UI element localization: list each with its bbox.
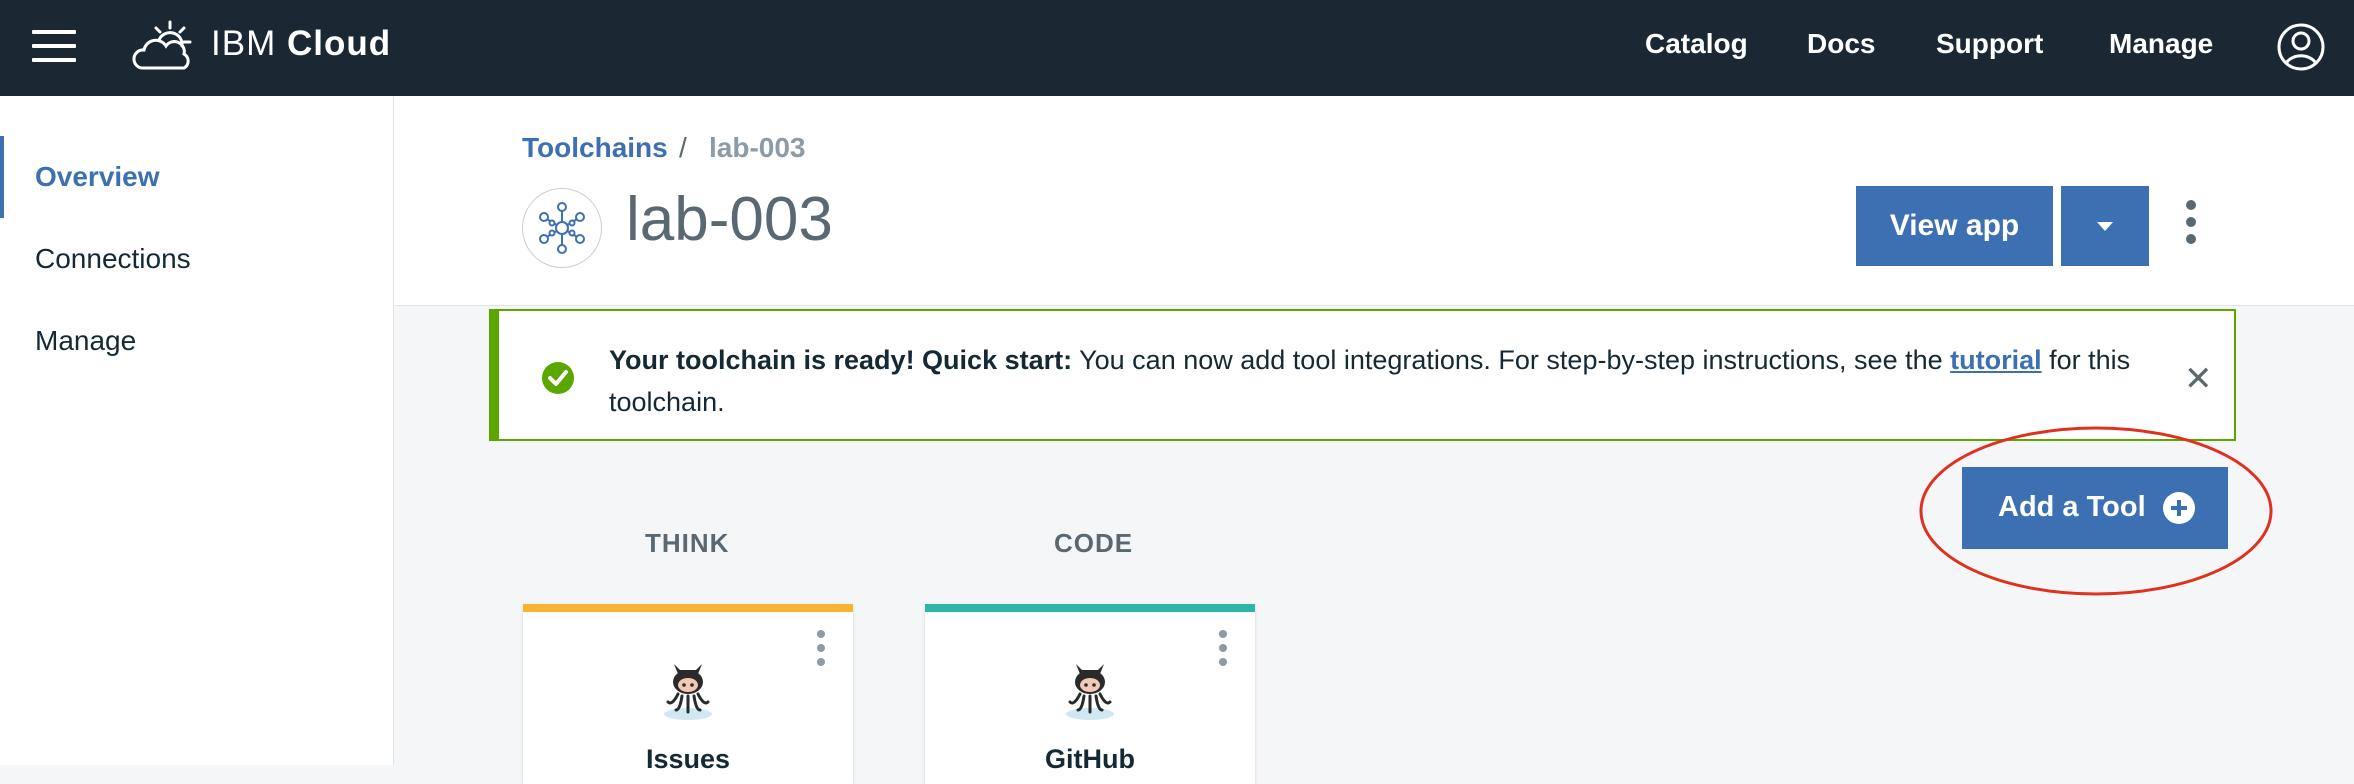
more-options-icon[interactable] [2186, 200, 2198, 251]
hamburger-menu-icon[interactable] [32, 30, 76, 66]
toolchain-header: Toolchains / lab-003 lab-003 View app [394, 96, 2354, 306]
tutorial-link[interactable]: tutorial [1950, 345, 2042, 375]
nav-manage[interactable]: Manage [2109, 28, 2213, 60]
phase-code-label: CODE [1054, 528, 1134, 558]
breadcrumb-separator: / [679, 132, 687, 163]
chevron-down-icon [2097, 222, 2113, 231]
tool-card-github[interactable]: GitHub [925, 604, 1255, 784]
top-navigation-bar: IBM Cloud Catalog Docs Support Manage [0, 0, 2354, 96]
notification-bold-text: Your toolchain is ready! Quick start: [609, 345, 1073, 375]
sidebar-item-manage[interactable]: Manage [35, 325, 136, 357]
ibm-cloud-logo-icon[interactable] [132, 20, 194, 72]
brand-name[interactable]: IBM Cloud [211, 24, 391, 64]
sidebar: Overview Connections Manage [0, 96, 394, 765]
success-notification: Your toolchain is ready! Quick start: Yo… [489, 309, 2236, 441]
brand-prefix: IBM [211, 24, 277, 63]
sidebar-item-connections[interactable]: Connections [35, 243, 191, 275]
nav-support[interactable]: Support [1936, 28, 2043, 60]
brand-product: Cloud [286, 24, 392, 63]
phase-think-label: THINK [645, 528, 730, 558]
phase-color-bar [523, 604, 853, 612]
nav-catalog[interactable]: Catalog [1645, 28, 1748, 60]
github-octocat-icon [1066, 664, 1114, 720]
tool-card-issues[interactable]: Issues [523, 604, 853, 784]
success-check-icon [542, 362, 574, 394]
card-more-options-icon[interactable] [1219, 630, 1231, 672]
view-app-dropdown-button[interactable] [2061, 186, 2149, 266]
page-title: lab-003 [626, 185, 833, 254]
breadcrumb-toolchains-link[interactable]: Toolchains [522, 132, 668, 164]
sidebar-item-overview[interactable]: Overview [35, 161, 160, 193]
notification-message: Your toolchain is ready! Quick start: Yo… [609, 339, 2169, 423]
card-more-options-icon[interactable] [817, 630, 829, 672]
view-app-button[interactable]: View app [1856, 186, 2053, 266]
user-avatar-icon[interactable] [2276, 22, 2326, 72]
breadcrumb-current: lab-003 [709, 132, 806, 163]
tool-card-label: GitHub [1045, 744, 1135, 774]
tool-card-label: Issues [645, 744, 731, 774]
close-icon[interactable]: ✕ [2184, 359, 2213, 399]
notification-text-before-link: You can now add tool integrations. For s… [1072, 345, 1951, 375]
toolchain-icon [522, 188, 602, 268]
github-octocat-icon [664, 664, 712, 720]
nav-docs[interactable]: Docs [1807, 28, 1875, 60]
phase-color-bar [925, 604, 1255, 612]
annotation-ellipse [1919, 426, 2273, 596]
sidebar-active-indicator [0, 136, 4, 218]
